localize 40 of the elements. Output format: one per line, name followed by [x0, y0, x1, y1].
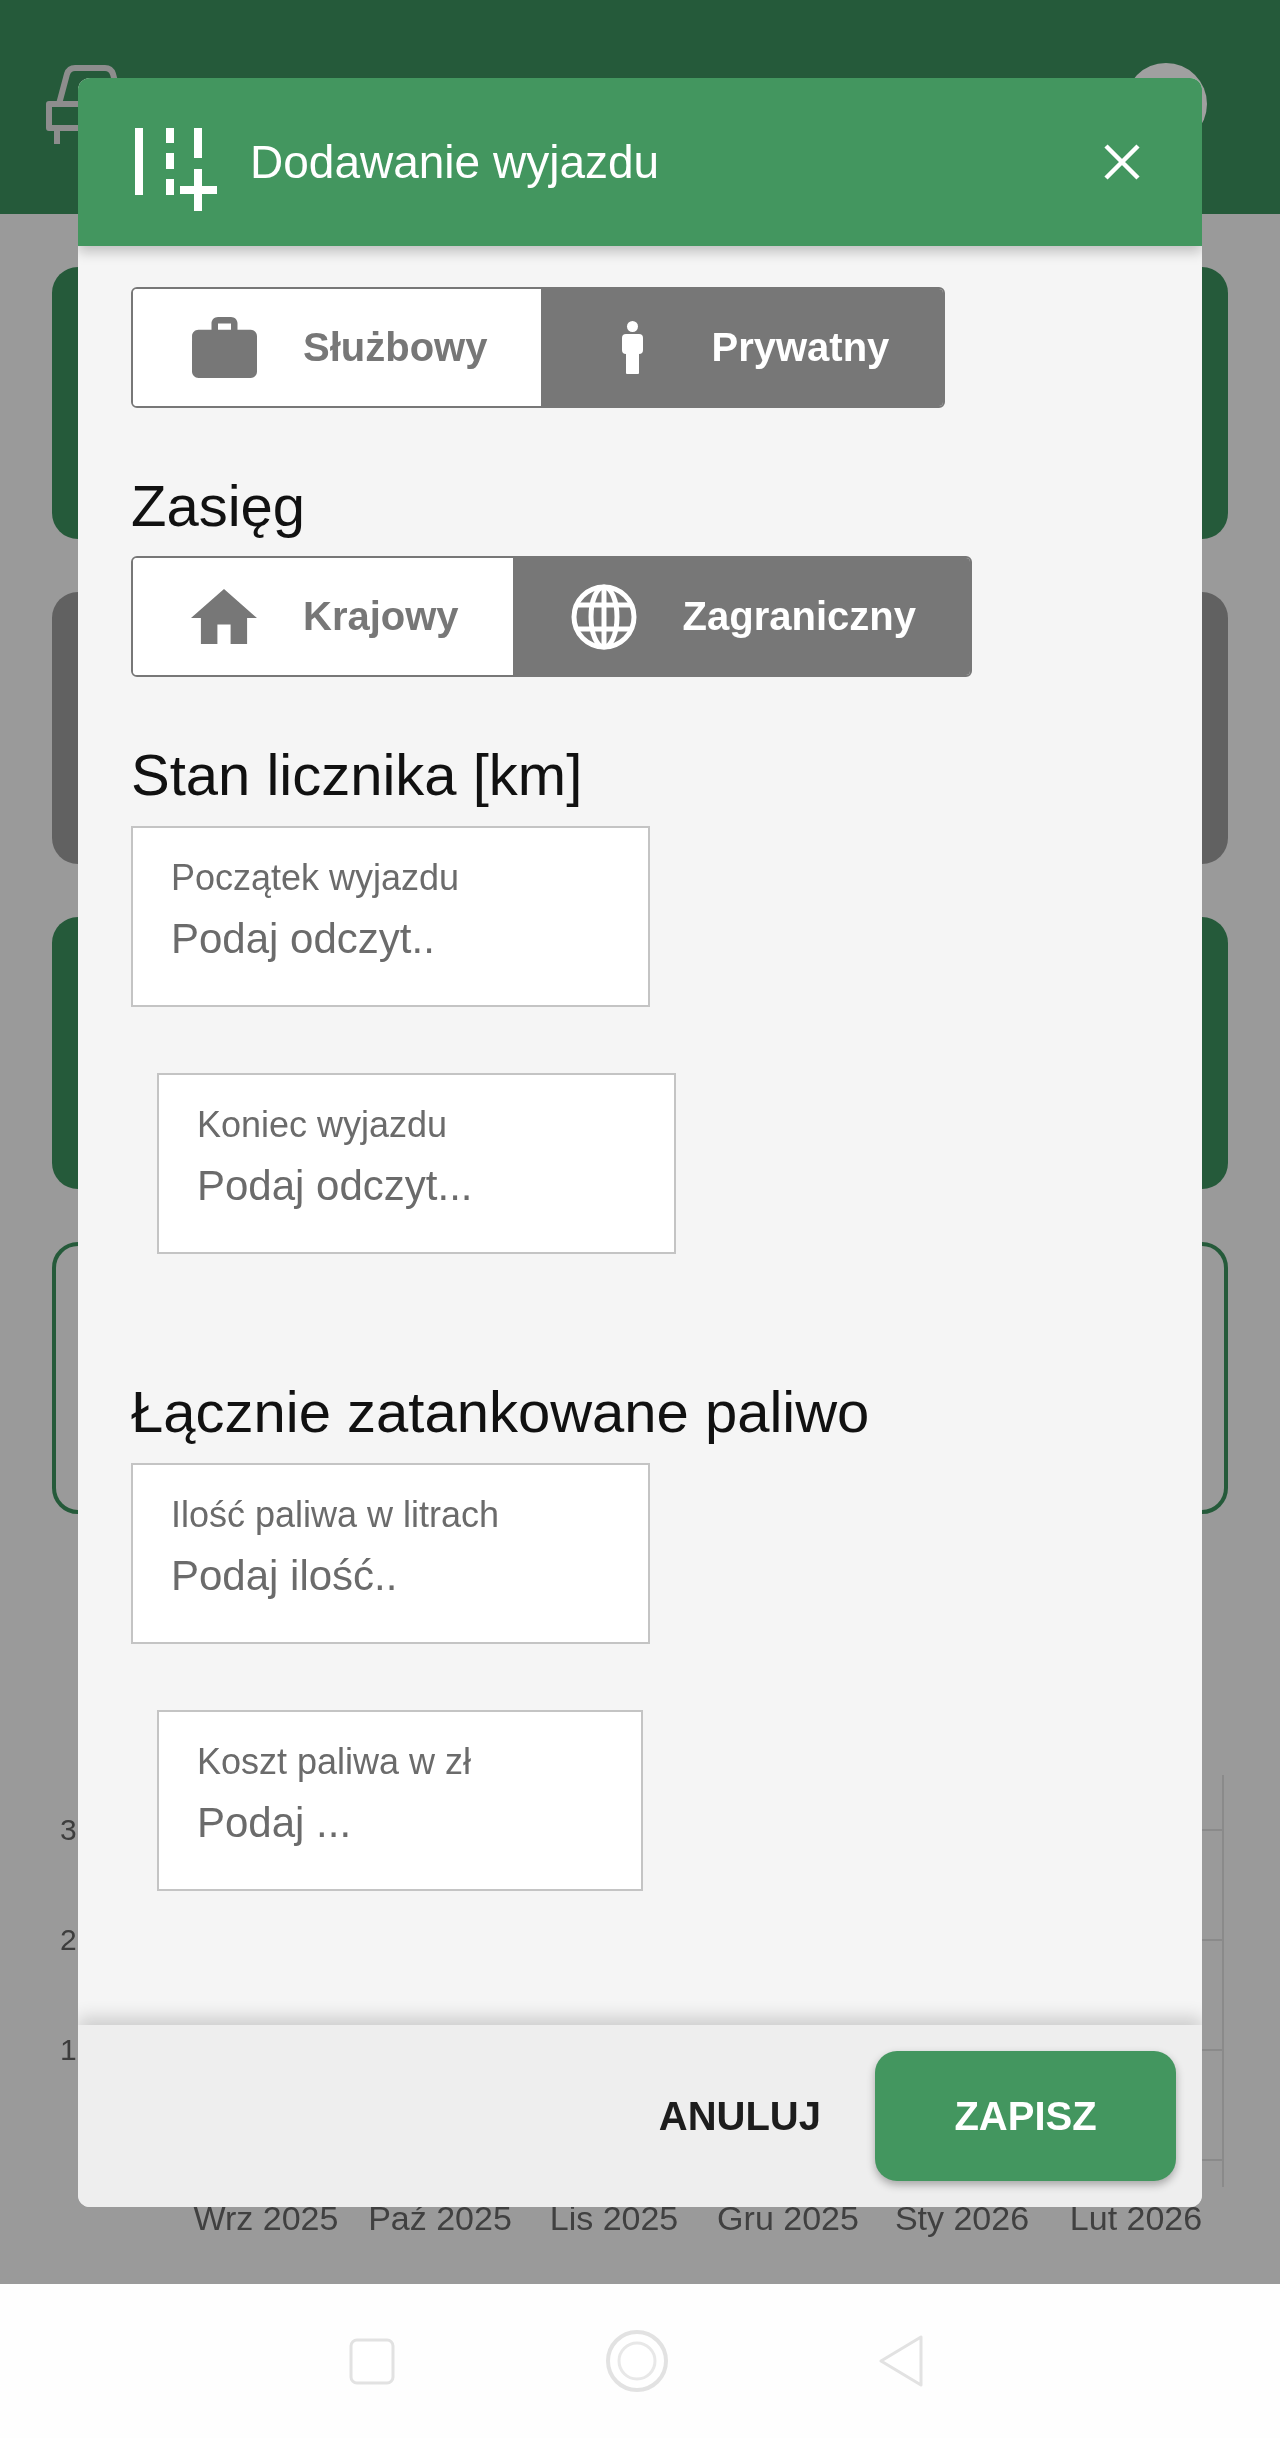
- toggle-option[interactable]: Zagraniczny: [512, 558, 970, 675]
- briefcase-icon: [191, 317, 257, 378]
- circle-icon[interactable]: [605, 2329, 669, 2393]
- close-button[interactable]: [1104, 144, 1140, 180]
- axis-label: Sty 2026: [893, 2198, 1031, 2239]
- square-icon[interactable]: [349, 2337, 395, 2385]
- text-input[interactable]: Podaj odczyt...: [197, 1161, 636, 1211]
- field-label: Początek wyjazdu: [171, 856, 461, 899]
- toggle-option[interactable]: Służbowy: [133, 289, 542, 406]
- axis-label: 3: [60, 1812, 78, 1848]
- toggle-option[interactable]: Krajowy: [133, 558, 513, 675]
- input-field[interactable]: Początek wyjazdu Podaj odczyt..: [131, 826, 650, 1007]
- input-field[interactable]: Koniec wyjazdu Podaj odczyt...: [157, 1073, 676, 1254]
- field-label: Koszt paliwa w zł: [197, 1740, 473, 1783]
- section-heading: Zasięg: [131, 472, 306, 540]
- globe-icon: [570, 583, 637, 650]
- axis-label: Paź 2025: [367, 2198, 513, 2239]
- axis-label: Gru 2025: [716, 2198, 860, 2239]
- axis-label: Lis 2025: [548, 2198, 680, 2239]
- text-input[interactable]: Podaj ilość..: [171, 1551, 610, 1601]
- save-button[interactable]: ZAPISZ: [875, 2051, 1176, 2181]
- person-icon: [620, 321, 644, 374]
- section-heading: Stan licznika [km]: [131, 741, 583, 809]
- dialog-title: Dodawanie wyjazdu: [250, 135, 660, 189]
- field-label: Ilość paliwa w litrach: [171, 1493, 501, 1536]
- text-input[interactable]: Podaj ...: [197, 1798, 603, 1848]
- cancel-button[interactable]: ANULUJ: [650, 2083, 829, 2149]
- toggle-option[interactable]: Prywatny: [541, 289, 944, 406]
- triangle-icon[interactable]: [879, 2335, 923, 2387]
- axis-label: Lut 2026: [1068, 2198, 1204, 2239]
- input-field[interactable]: Ilość paliwa w litrach Podaj ilość..: [131, 1463, 650, 1644]
- axis-label: 2: [60, 1922, 78, 1958]
- input-field[interactable]: Koszt paliwa w zł Podaj ...: [157, 1710, 643, 1891]
- section-heading: Łącznie zatankowane paliwo: [131, 1378, 870, 1446]
- house-icon: [191, 589, 257, 644]
- field-label: Koniec wyjazdu: [197, 1103, 449, 1146]
- axis-label: 1: [60, 2032, 78, 2068]
- bars-plus-icon: [135, 127, 217, 211]
- text-input[interactable]: Podaj odczyt..: [171, 914, 610, 964]
- axis-label: Wrz 2025: [192, 2198, 340, 2239]
